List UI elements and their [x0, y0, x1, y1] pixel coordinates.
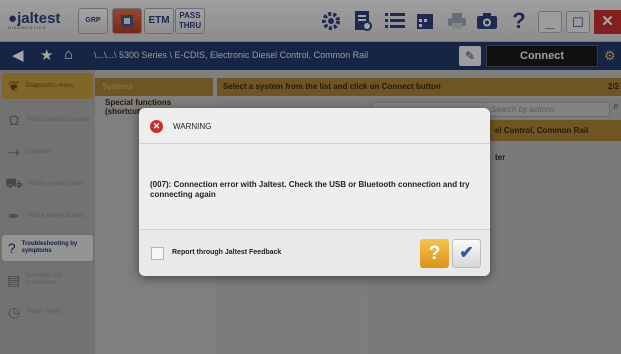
dialog-header: ✕ WARNING — [139, 108, 490, 144]
feedback-checkbox[interactable] — [151, 247, 164, 260]
warning-dialog: ✕ WARNING (007): Connection error with J… — [139, 108, 490, 276]
dialog-footer: Report through Jaltest Feedback ? ✔ — [139, 229, 490, 276]
feedback-checkbox-label: Report through Jaltest Feedback — [172, 249, 282, 256]
jaltest-app-window: ●jaltest DIAGNOSTICS GRP ETM PASS THRU ?… — [0, 0, 621, 354]
dialog-title: WARNING — [173, 122, 212, 131]
help-button[interactable]: ? — [420, 239, 449, 268]
dialog-message: (007): Connection error with Jaltest. Ch… — [150, 180, 470, 199]
ok-button[interactable]: ✔ — [452, 239, 481, 268]
error-icon: ✕ — [150, 120, 163, 133]
